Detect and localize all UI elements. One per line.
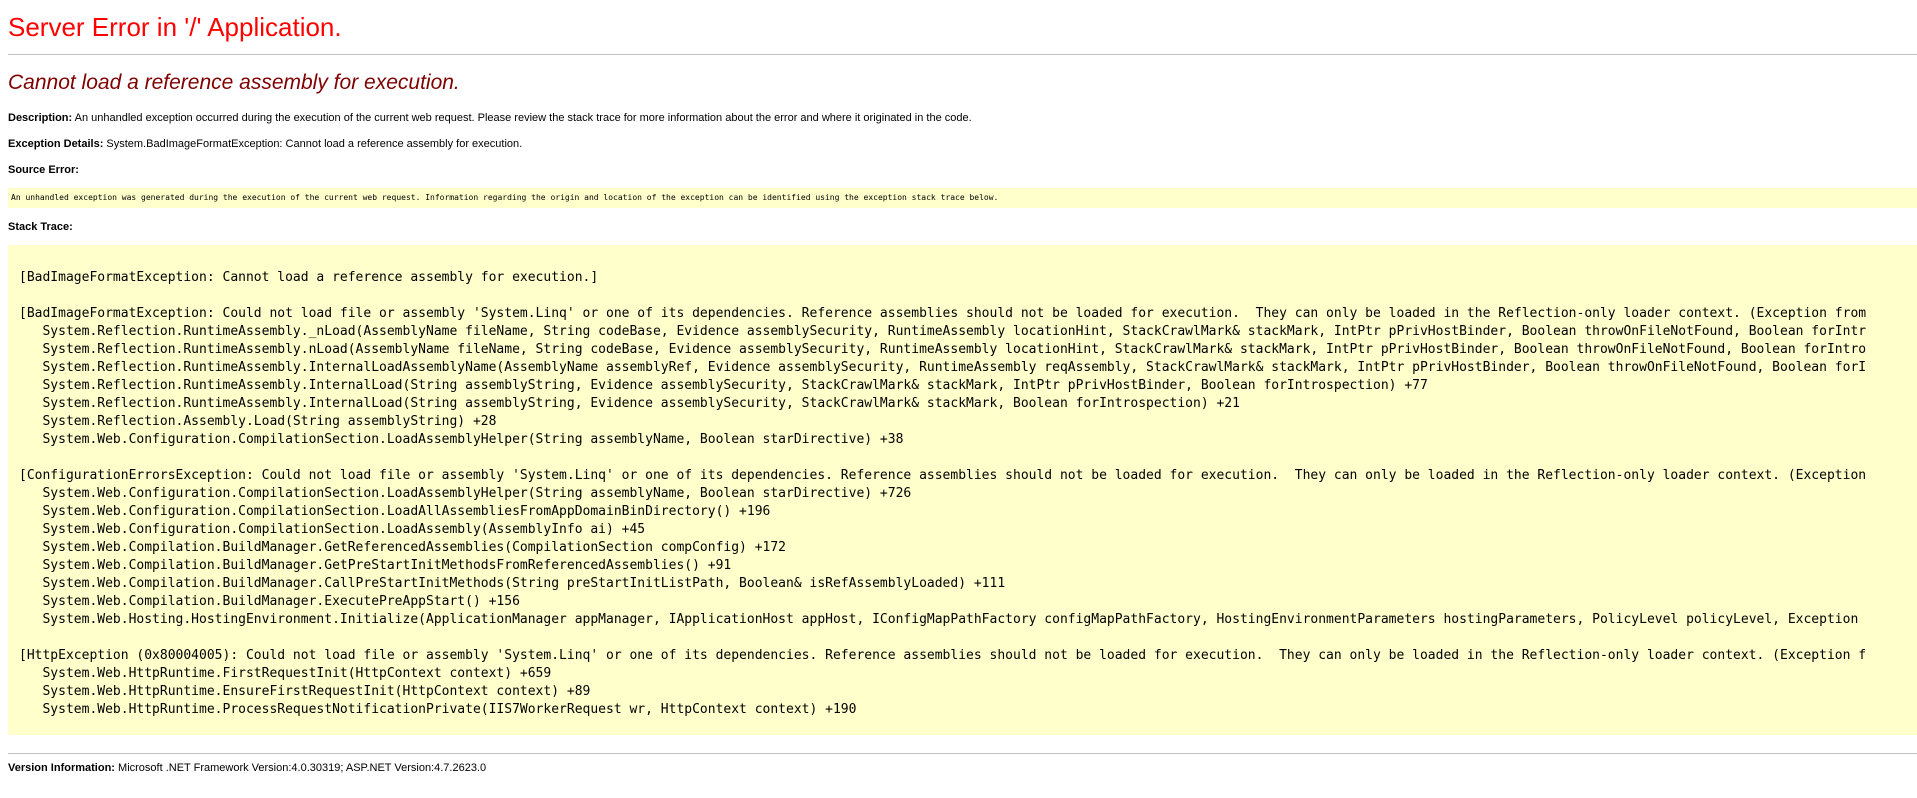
stack-trace-line: System.Web.Configuration.CompilationSect…	[19, 432, 904, 447]
stack-trace-line: System.Web.Compilation.BuildManager.GetP…	[19, 558, 732, 573]
stack-trace-line: System.Web.HttpRuntime.ProcessRequestNot…	[19, 702, 857, 717]
stack-trace-line: System.Web.Configuration.CompilationSect…	[19, 504, 771, 519]
stack-trace-line: System.Web.HttpRuntime.FirstRequestInit(…	[19, 666, 552, 681]
stack-trace-box: [BadImageFormatException: Cannot load a …	[8, 245, 1917, 735]
stack-trace-line: [HttpException (0x80004005): Could not l…	[19, 648, 1867, 663]
stack-trace-line: System.Reflection.Assembly.Load(String a…	[19, 414, 497, 429]
stack-trace-line	[19, 449, 1917, 467]
stack-trace-line: [BadImageFormatException: Could not load…	[19, 306, 1867, 321]
stack-trace-line: System.Reflection.RuntimeAssembly.nLoad(…	[19, 342, 1867, 357]
error-page: Server Error in '/' Application. Cannot …	[0, 0, 1917, 798]
stack-trace-line: System.Web.Hosting.HostingEnvironment.In…	[19, 612, 1859, 627]
source-error-box: An unhandled exception was generated dur…	[8, 188, 1917, 208]
version-info-label: Version Information:	[8, 762, 115, 774]
exception-details-label: Exception Details:	[8, 138, 104, 150]
title-divider	[8, 54, 1917, 55]
stack-trace-line: [ConfigurationErrorsException: Could not…	[19, 468, 1867, 483]
description-text: An unhandled exception occurred during t…	[72, 112, 972, 124]
exception-details-block: Exception Details: System.BadImageFormat…	[8, 138, 522, 150]
description-block: Description: An unhandled exception occu…	[8, 112, 972, 124]
source-error-text: An unhandled exception was generated dur…	[11, 193, 999, 202]
error-heading: Cannot load a reference assembly for exe…	[8, 71, 460, 94]
stack-trace-line	[19, 629, 1917, 647]
exception-details-text: System.BadImageFormatException: Cannot l…	[103, 138, 523, 150]
stack-trace-label: Stack Trace:	[8, 221, 73, 233]
stack-trace-line: System.Reflection.RuntimeAssembly._nLoad…	[19, 324, 1867, 339]
stack-trace-line	[19, 287, 1917, 305]
version-info-block: Version Information: Microsoft .NET Fram…	[8, 762, 486, 774]
stack-trace-line: System.Reflection.RuntimeAssembly.Intern…	[19, 360, 1867, 375]
version-info-text: Microsoft .NET Framework Version:4.0.303…	[114, 762, 487, 774]
page-title: Server Error in '/' Application.	[8, 12, 342, 42]
source-error-label: Source Error:	[8, 164, 79, 176]
stack-trace-line: System.Web.Compilation.BuildManager.Exec…	[19, 594, 520, 609]
stack-trace-line: [BadImageFormatException: Cannot load a …	[19, 270, 599, 285]
description-label: Description:	[8, 112, 73, 124]
stack-trace-line: System.Web.Configuration.CompilationSect…	[19, 486, 912, 501]
stack-trace-line: System.Web.Compilation.BuildManager.GetR…	[19, 540, 787, 555]
stack-trace-line: System.Web.HttpRuntime.EnsureFirstReques…	[19, 684, 591, 699]
stack-trace-line: System.Web.Compilation.BuildManager.Call…	[19, 576, 1006, 591]
version-divider	[8, 753, 1917, 754]
stack-trace-text: [BadImageFormatException: Cannot load a …	[8, 245, 1917, 719]
stack-trace-line: System.Reflection.RuntimeAssembly.Intern…	[19, 396, 1240, 411]
stack-trace-line: System.Web.Configuration.CompilationSect…	[19, 522, 646, 537]
stack-trace-line: System.Reflection.RuntimeAssembly.Intern…	[19, 378, 1428, 393]
